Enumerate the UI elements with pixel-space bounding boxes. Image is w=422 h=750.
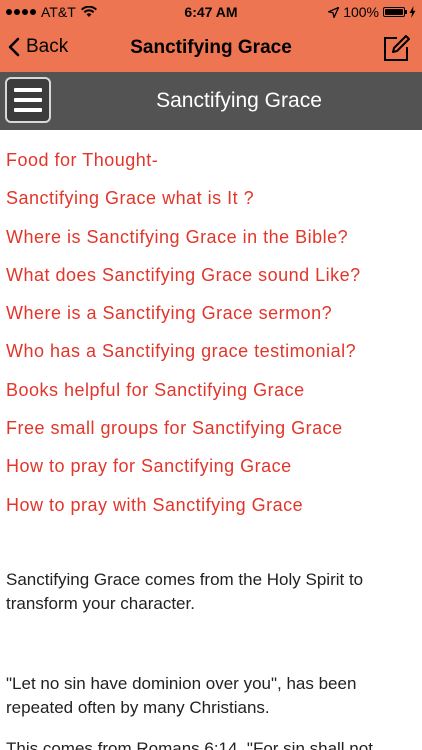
hamburger-icon-bar (14, 108, 42, 112)
body-paragraph: "Let no sin have dominion over you", has… (6, 674, 357, 717)
navigation-bar: Back Sanctifying Grace (0, 24, 422, 72)
battery-percent: 100% (343, 4, 379, 20)
topic-link[interactable]: Sanctifying Grace what is It ? (6, 186, 361, 224)
content-area[interactable]: Food for Thought- Sanctifying Grace what… (0, 130, 422, 750)
topic-link[interactable]: What does Sanctifying Grace sound Like? (6, 263, 361, 301)
topic-link[interactable]: Where is Sanctifying Grace in the Bible? (6, 225, 361, 263)
sub-header: Sanctifying Grace (0, 72, 422, 130)
topic-link[interactable]: Where is a Sanctifying Grace sermon? (6, 301, 361, 339)
topic-link[interactable]: Who has a Sanctifying grace testimonial? (6, 339, 361, 377)
status-bar: AT&T 6:47 AM 100% (0, 0, 422, 24)
topic-links: Food for Thought- Sanctifying Grace what… (6, 148, 361, 531)
hamburger-icon-bar (14, 98, 42, 102)
battery-icon (383, 7, 407, 17)
page-title: Sanctifying Grace (130, 37, 292, 58)
compose-icon[interactable] (382, 34, 410, 62)
topic-link[interactable]: Books helpful for Sanctifying Grace (6, 378, 361, 416)
topic-link[interactable]: Free small groups for Sanctifying Grace (6, 416, 361, 454)
hamburger-icon (14, 88, 42, 92)
status-right: 100% (328, 4, 416, 20)
location-icon (328, 6, 340, 18)
topic-link[interactable]: Food for Thought- (6, 148, 361, 186)
charging-icon (409, 6, 416, 18)
body-paragraph: Sanctifying Grace comes from the Holy Sp… (6, 570, 364, 613)
menu-button[interactable] (5, 77, 51, 123)
topic-link[interactable]: How to pray with Sanctifying Grace (6, 493, 361, 531)
topic-link[interactable]: How to pray for Sanctifying Grace (6, 454, 361, 492)
body-paragraph: This comes from Romans 6:14, "For sin sh… (6, 739, 373, 750)
sub-header-title: Sanctifying Grace (156, 89, 322, 112)
